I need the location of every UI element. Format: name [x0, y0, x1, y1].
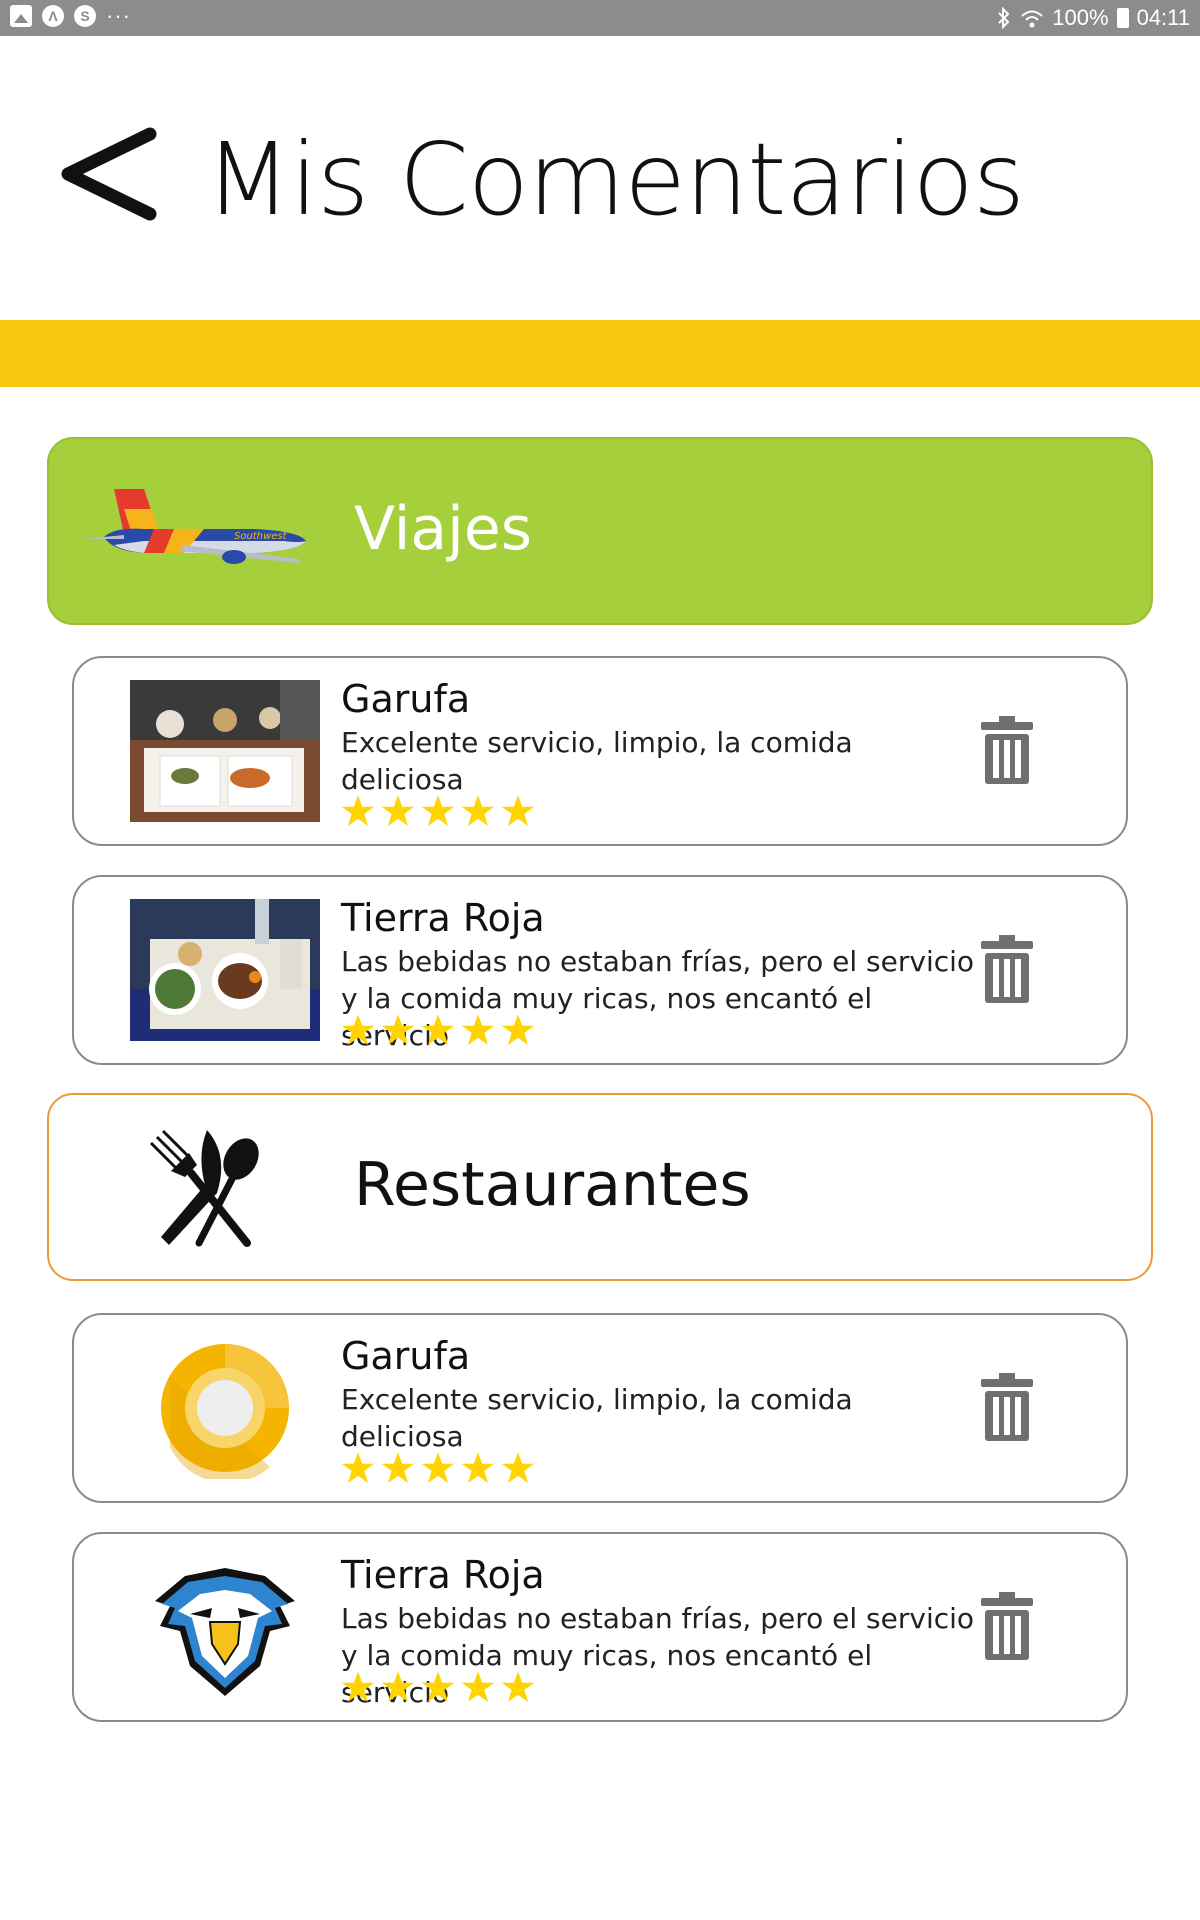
- star-icon: [461, 1671, 495, 1702]
- accent-bar: [0, 320, 1200, 387]
- svg-text:Southwest: Southwest: [234, 531, 288, 542]
- category-viajes[interactable]: Southwest Viajes: [47, 437, 1153, 625]
- star-icon: [381, 1452, 415, 1483]
- status-bar-left: Λ S ···: [10, 5, 131, 27]
- star-icon: [501, 1671, 535, 1702]
- category-label: Viajes: [354, 494, 533, 564]
- star-icon: [421, 1452, 455, 1483]
- star-icon: [501, 795, 535, 826]
- star-icon: [421, 1671, 455, 1702]
- review-text: Excelente servicio, limpio, la comida de…: [341, 1383, 853, 1453]
- page-title: Mis Comentarios: [205, 121, 1025, 238]
- review-card[interactable]: Garufa Excelente servicio, limpio, la co…: [72, 656, 1128, 846]
- trash-icon[interactable]: [979, 1592, 1035, 1662]
- review-title: Tierra Roja: [341, 896, 545, 940]
- review-thumbnail: [130, 680, 320, 822]
- star-icon: [381, 1671, 415, 1702]
- star-icon: [461, 795, 495, 826]
- star-icon: [501, 1452, 535, 1483]
- star-icon: [461, 1452, 495, 1483]
- gallery-icon: [10, 5, 32, 27]
- star-rating: [341, 1013, 535, 1047]
- review-thumbnail: [130, 1337, 320, 1479]
- star-icon: [341, 1014, 375, 1045]
- clock: 04:11: [1136, 5, 1190, 30]
- review-title: Garufa: [341, 1334, 471, 1378]
- status-bar: Λ S ··· 100% 04:11: [0, 0, 1200, 36]
- review-title: Tierra Roja: [341, 1553, 545, 1597]
- airplane-icon: Southwest: [84, 489, 306, 564]
- review-thumbnail: [130, 1556, 320, 1698]
- review-text: Excelente servicio, limpio, la comida de…: [341, 726, 853, 796]
- category-label: Restaurantes: [354, 1150, 751, 1220]
- star-icon: [501, 1014, 535, 1045]
- s-app-icon: S: [74, 5, 96, 27]
- trash-icon[interactable]: [979, 935, 1035, 1005]
- star-icon: [421, 795, 455, 826]
- trash-icon[interactable]: [979, 716, 1035, 786]
- a-app-icon: Λ: [42, 5, 64, 27]
- review-card[interactable]: Tierra Roja Las bebidas no estaban frías…: [72, 875, 1128, 1065]
- review-thumbnail: [130, 899, 320, 1041]
- review-card[interactable]: Tierra Roja Las bebidas no estaban frías…: [72, 1532, 1128, 1722]
- review-title: Garufa: [341, 677, 471, 721]
- star-icon: [421, 1014, 455, 1045]
- star-icon: [381, 795, 415, 826]
- star-rating: [341, 794, 535, 828]
- trash-icon[interactable]: [979, 1373, 1035, 1443]
- star-icon: [341, 1671, 375, 1702]
- more-dots-icon: ···: [106, 3, 131, 28]
- category-restaurantes[interactable]: Restaurantes: [47, 1093, 1153, 1281]
- battery-icon: [1116, 8, 1129, 28]
- bluetooth-icon: [998, 7, 1010, 29]
- battery-percent: 100%: [1052, 5, 1109, 30]
- star-rating: [341, 1670, 535, 1704]
- review-card[interactable]: Garufa Excelente servicio, limpio, la co…: [72, 1313, 1128, 1503]
- star-icon: [381, 1014, 415, 1045]
- star-icon: [341, 1452, 375, 1483]
- cutlery-icon: [149, 1129, 259, 1247]
- wifi-icon: [1021, 10, 1043, 28]
- back-arrow-icon[interactable]: [58, 126, 158, 226]
- star-rating: [341, 1451, 535, 1485]
- star-icon: [341, 795, 375, 826]
- status-bar-right: 100% 04:11: [996, 5, 1190, 31]
- star-icon: [461, 1014, 495, 1045]
